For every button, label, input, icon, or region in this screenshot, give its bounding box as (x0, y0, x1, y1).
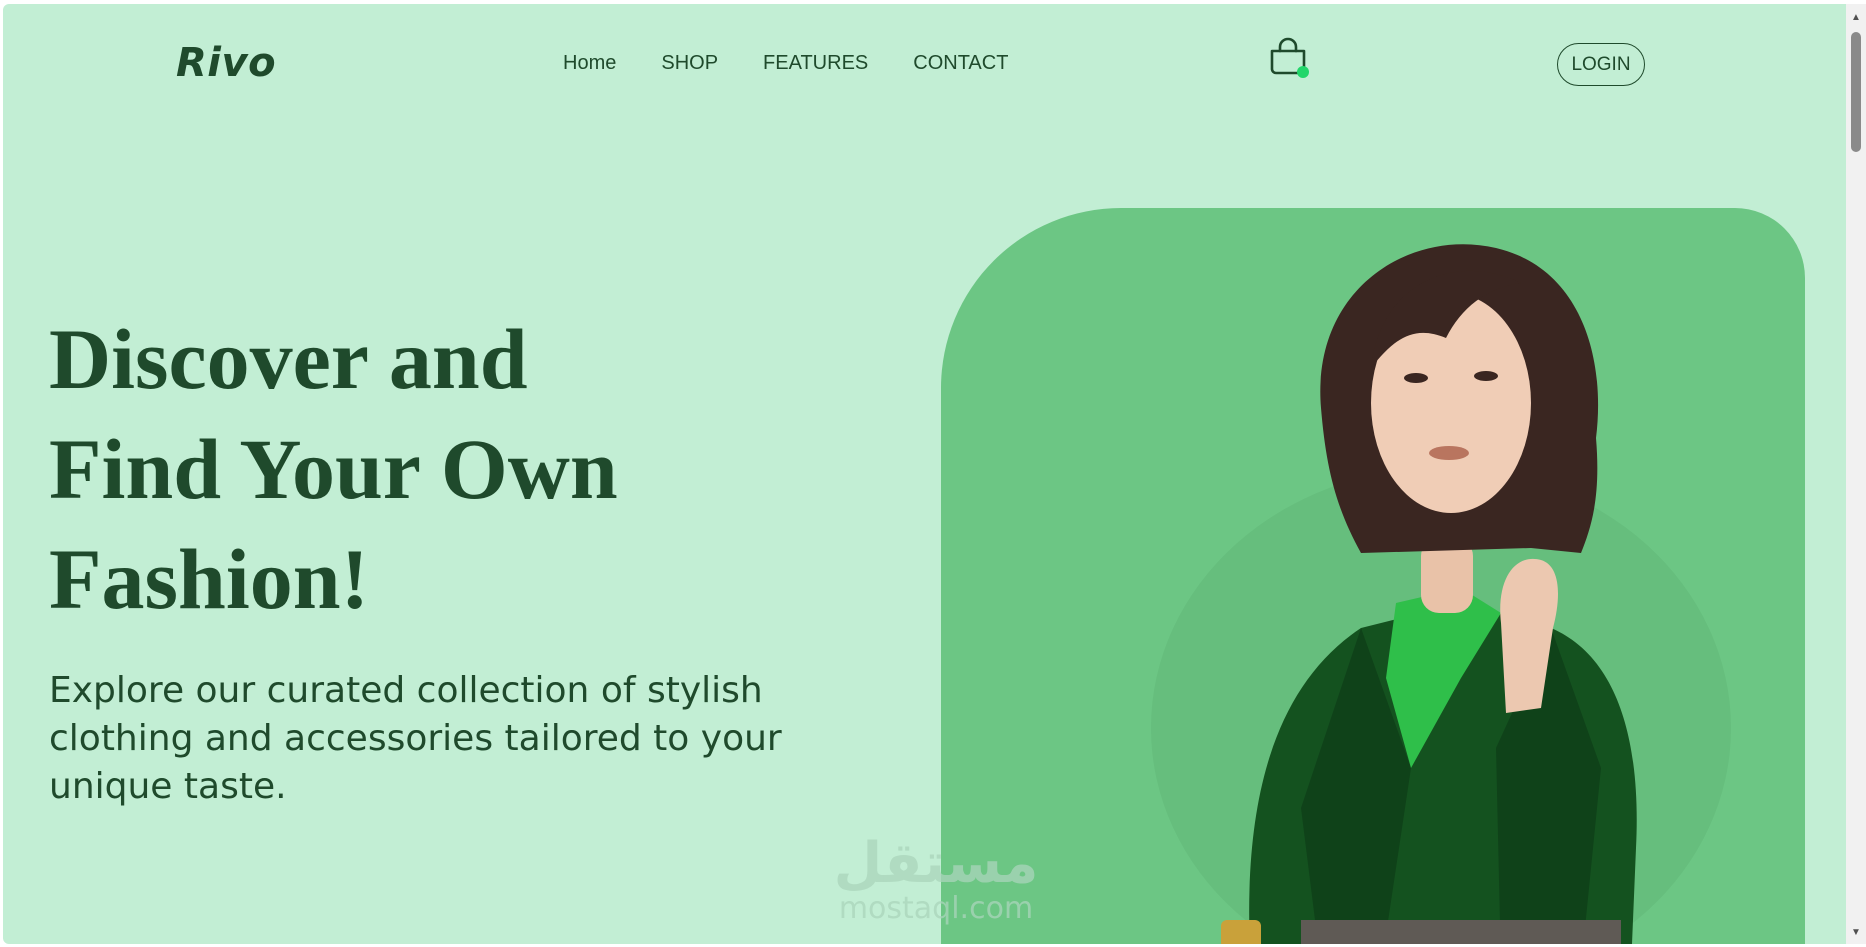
watermark-arabic: مستقل (833, 831, 1039, 896)
main-nav: Home SHOP FEATURES CONTACT (563, 52, 1008, 75)
nav-home-link[interactable]: Home (563, 52, 616, 75)
watermark-latin: mostaql.com (838, 891, 1034, 926)
nav-features-link[interactable]: FEATURES (763, 52, 868, 75)
hero-title-line: Discover and (49, 311, 528, 407)
scroll-thumb[interactable] (1851, 32, 1861, 152)
vertical-scrollbar[interactable]: ▲ ▼ (1846, 4, 1866, 944)
scroll-down-arrow-icon[interactable]: ▼ (1850, 927, 1862, 938)
hero-model-image (1151, 244, 1731, 944)
scroll-up-arrow-icon[interactable]: ▲ (1850, 12, 1862, 23)
hero-image-panel (941, 208, 1805, 944)
cart-button[interactable] (1267, 36, 1309, 80)
nav-contact-link[interactable]: CONTACT (913, 52, 1008, 75)
hero-title-line: Fashion! (49, 531, 370, 627)
hero-title-line: Find Your Own (49, 421, 618, 517)
hero-title: Discover and Find Your Own Fashion! (49, 304, 809, 634)
watermark: مستقل mostaql.com (821, 834, 1051, 924)
nav-shop-link[interactable]: SHOP (661, 52, 718, 75)
hero-subtitle: Explore our curated collection of stylis… (49, 670, 782, 807)
brand-logo[interactable]: Rivo (176, 40, 276, 86)
page: Rivo Home SHOP FEATURES CONTACT LOGIN Di… (3, 4, 1846, 944)
cart-badge (1297, 66, 1309, 78)
login-button[interactable]: LOGIN (1557, 43, 1645, 86)
